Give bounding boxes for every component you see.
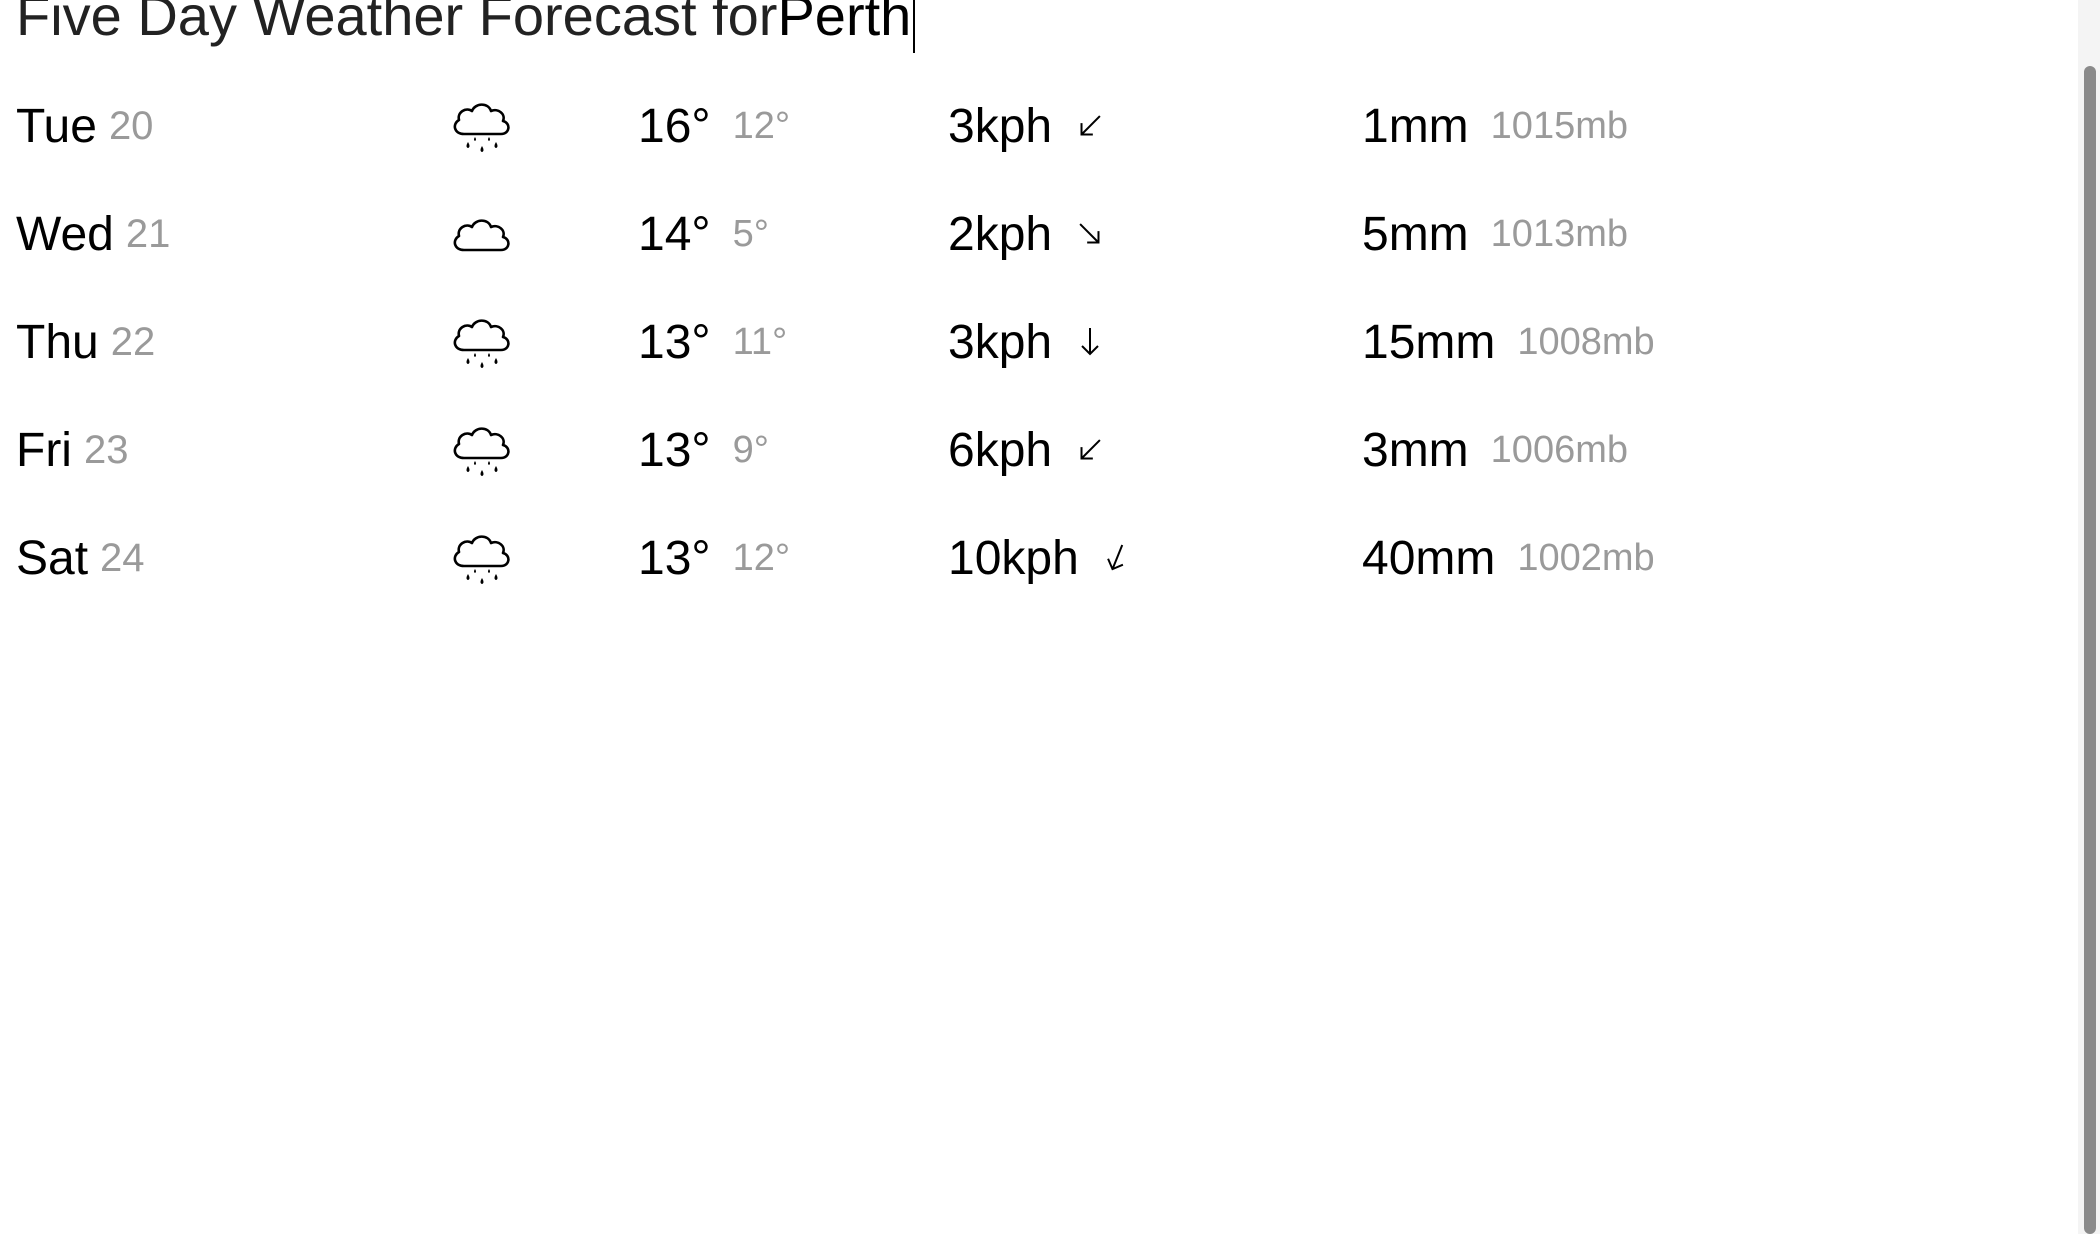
temp-low: 5°	[732, 212, 769, 255]
temp-low: 11°	[732, 320, 788, 363]
day-date: 22	[110, 319, 156, 364]
cloud-icon	[446, 180, 518, 288]
rain-cloud-icon	[446, 504, 518, 612]
forecast-row-1: Wed 21 14° 5° 2kph 5mm 1013mb	[0, 180, 2070, 288]
title-prefix: Five Day Weather Forecast for	[16, 0, 778, 47]
rainfall: 40mm	[1362, 531, 1496, 585]
rain-cell: 15mm 1008mb	[1362, 288, 1655, 396]
temperature-cell: 16° 12°	[638, 72, 790, 180]
temp-low: 12°	[732, 104, 791, 147]
temp-low: 12°	[732, 536, 791, 579]
day-date: 23	[83, 427, 129, 472]
temperature-cell: 14° 5°	[638, 180, 769, 288]
pressure: 1006mb	[1490, 428, 1628, 471]
day-date: 24	[100, 535, 145, 580]
day-name: Fri	[16, 423, 72, 477]
wind-speed: 3kph	[948, 315, 1053, 369]
rain-cloud-icon	[446, 396, 518, 504]
scrollbar-thumb[interactable]	[2084, 66, 2096, 1234]
forecast-row-0: Tue 20 16° 12° 3kph 1mm 1015mb	[0, 72, 2070, 180]
temp-high: 13°	[638, 315, 711, 369]
wind-cell: 6kph	[948, 396, 1108, 504]
wind-cell: 3kph	[948, 72, 1108, 180]
temp-high: 13°	[638, 531, 711, 585]
pressure: 1013mb	[1490, 212, 1628, 255]
day-name: Sat	[16, 531, 89, 585]
wind-direction-arrow-icon	[1072, 216, 1108, 252]
wind-direction-arrow-icon	[1072, 324, 1108, 360]
day-cell: Fri 23	[16, 396, 128, 504]
rain-cell: 3mm 1006mb	[1362, 396, 1628, 504]
wind-speed: 2kph	[948, 207, 1053, 261]
wind-cell: 10kph	[948, 504, 1135, 612]
day-name: Thu	[16, 315, 99, 369]
rainfall: 5mm	[1362, 207, 1469, 261]
wind-cell: 2kph	[948, 180, 1108, 288]
day-cell: Thu 22	[16, 288, 155, 396]
wind-cell: 3kph	[948, 288, 1108, 396]
temperature-cell: 13° 12°	[638, 504, 790, 612]
text-caret	[913, 0, 916, 53]
forecast-row-4: Sat 24 13° 12° 10kph 40mm 1002mb	[0, 504, 2070, 612]
rainfall: 3mm	[1362, 423, 1469, 477]
day-name: Wed	[16, 207, 114, 261]
rain-cell: 40mm 1002mb	[1362, 504, 1655, 612]
rain-cell: 5mm 1013mb	[1362, 180, 1628, 288]
wind-direction-arrow-icon	[1099, 540, 1135, 576]
rain-cloud-icon	[446, 288, 518, 396]
day-name: Tue	[16, 99, 97, 153]
forecast-row-2: Thu 22 13° 11° 3kph 15mm 1008mb	[0, 288, 2070, 396]
rain-cell: 1mm 1015mb	[1362, 72, 1628, 180]
page-title: Five Day Weather Forecast for Perth	[16, 0, 916, 56]
temp-high: 13°	[638, 423, 711, 477]
rainfall: 15mm	[1362, 315, 1496, 369]
wind-direction-arrow-icon	[1072, 432, 1108, 468]
temperature-cell: 13° 11°	[638, 288, 787, 396]
day-date: 20	[108, 103, 154, 148]
wind-speed: 6kph	[948, 423, 1053, 477]
vertical-scrollbar[interactable]	[2078, 0, 2100, 1234]
day-cell: Tue 20	[16, 72, 153, 180]
pressure: 1008mb	[1517, 320, 1655, 363]
pressure: 1015mb	[1490, 104, 1628, 147]
wind-speed: 10kph	[948, 531, 1079, 585]
city-input[interactable]: Perth	[777, 0, 911, 56]
wind-speed: 3kph	[948, 99, 1053, 153]
pressure: 1002mb	[1517, 536, 1655, 579]
rain-cloud-icon	[446, 72, 518, 180]
day-cell: Wed 21	[16, 180, 170, 288]
day-cell: Sat 24	[16, 504, 145, 612]
forecast-page: Five Day Weather Forecast for Perth Tue …	[0, 0, 2100, 1234]
forecast-row-3: Fri 23 13° 9° 6kph 3mm 1006mb	[0, 396, 2070, 504]
rainfall: 1mm	[1362, 99, 1469, 153]
day-date: 21	[125, 211, 171, 256]
temp-high: 16°	[638, 99, 711, 153]
temperature-cell: 13° 9°	[638, 396, 769, 504]
temp-high: 14°	[638, 207, 711, 261]
temp-low: 9°	[732, 428, 769, 471]
wind-direction-arrow-icon	[1072, 108, 1108, 144]
